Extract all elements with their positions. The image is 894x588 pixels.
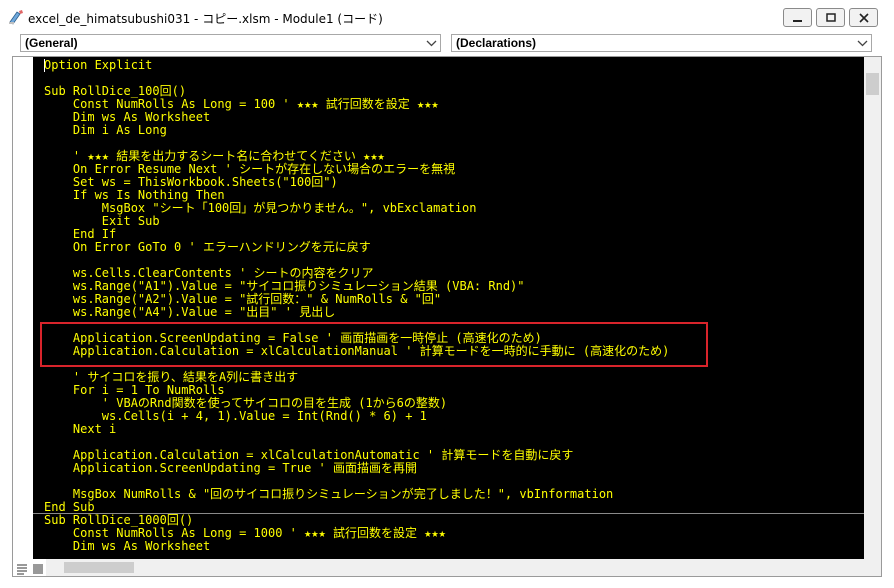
code-line: Next i bbox=[44, 422, 117, 436]
procedure-dropdown[interactable]: (Declarations) bbox=[451, 34, 872, 52]
vertical-scroll-thumb[interactable] bbox=[866, 73, 879, 95]
object-dropdown[interactable]: (General) bbox=[20, 34, 441, 52]
procedure-view-button[interactable] bbox=[15, 561, 29, 575]
code-line: Dim i As Long bbox=[44, 123, 167, 137]
margin-indicator-bar[interactable] bbox=[13, 57, 33, 559]
window-title: excel_de_himatsubushi031 - コピー.xlsm - Mo… bbox=[28, 12, 383, 26]
vertical-scrollbar[interactable] bbox=[864, 57, 881, 559]
full-module-view-button[interactable] bbox=[31, 561, 45, 574]
code-line: Option Explicit bbox=[44, 58, 153, 72]
code-line: MsgBox NumRolls & "回のサイコロ振りシミュレーションが完了しま… bbox=[44, 487, 614, 501]
restore-button[interactable] bbox=[816, 8, 845, 27]
close-icon bbox=[859, 13, 869, 23]
code-module-icon bbox=[8, 9, 25, 25]
highlight-annotation-box bbox=[40, 322, 708, 367]
scrollbar-corner bbox=[864, 559, 881, 576]
restore-icon bbox=[826, 13, 836, 22]
minimize-icon bbox=[793, 20, 802, 22]
code-editor[interactable]: Option Explicit Sub RollDice_100回() Const… bbox=[33, 57, 864, 559]
object-dropdown-value: (General) bbox=[25, 36, 78, 50]
horizontal-scroll-thumb[interactable] bbox=[64, 562, 134, 573]
code-line: ws.Range("A4").Value = "出目" ' 見出し bbox=[44, 305, 336, 319]
procedure-view-icon bbox=[17, 564, 27, 575]
close-button[interactable] bbox=[849, 8, 878, 27]
chevron-down-icon bbox=[857, 40, 868, 47]
vbe-code-window: excel_de_himatsubushi031 - コピー.xlsm - Mo… bbox=[0, 0, 894, 588]
procedure-dropdown-value: (Declarations) bbox=[456, 36, 537, 50]
minimize-button[interactable] bbox=[783, 8, 812, 27]
code-line: Application.ScreenUpdating = True ' 画面描画… bbox=[44, 461, 417, 475]
title-bar: excel_de_himatsubushi031 - コピー.xlsm - Mo… bbox=[0, 0, 894, 34]
horizontal-scrollbar[interactable] bbox=[46, 559, 864, 576]
code-line: Dim ws As Worksheet bbox=[44, 539, 211, 553]
code-line: On Error GoTo 0 ' エラーハンドリングを元に戻す bbox=[44, 240, 371, 254]
chevron-down-icon bbox=[426, 40, 437, 47]
full-module-view-icon bbox=[33, 564, 43, 574]
